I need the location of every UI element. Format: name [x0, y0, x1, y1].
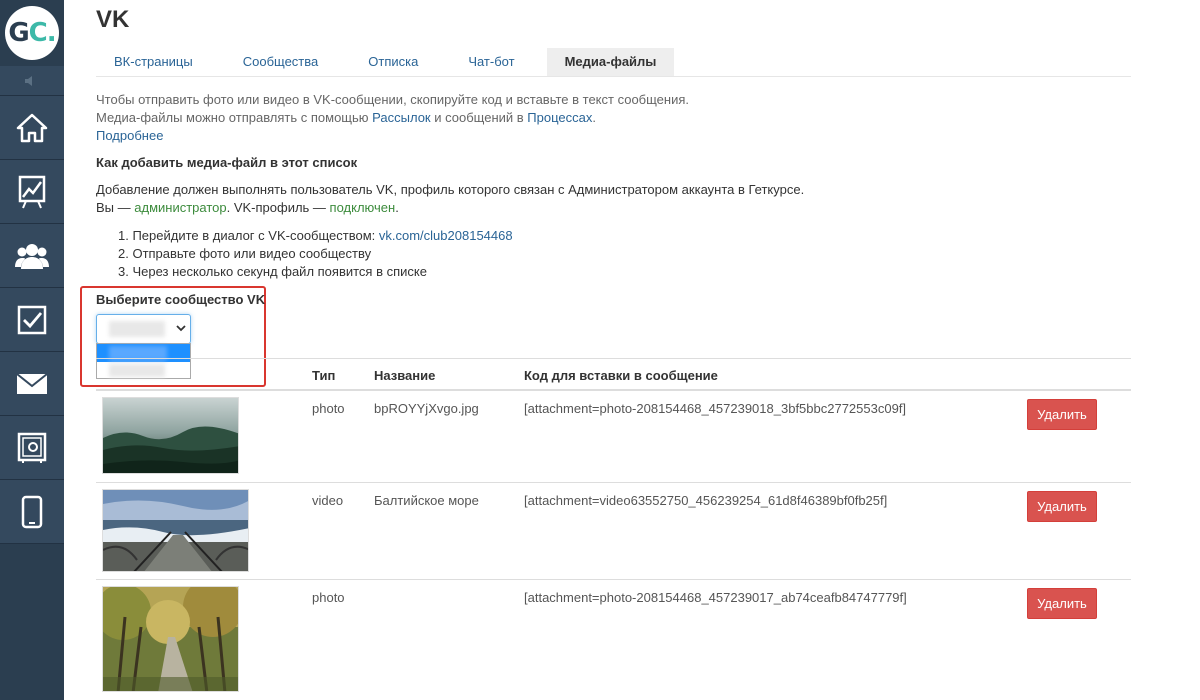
row-code[interactable]: [attachment=photo-208154468_457239018_3b…	[524, 401, 906, 416]
header-name: Название	[374, 368, 436, 383]
mailings-link[interactable]: Рассылок	[372, 110, 430, 125]
header-code: Код для вставки в сообщение	[524, 368, 718, 383]
intro-line-2-suffix: .	[592, 110, 596, 125]
sidebar: GC.	[0, 0, 64, 700]
logo-letter-g: G	[8, 18, 29, 48]
speaker-icon	[25, 75, 32, 86]
intro-line-2: Медиа-файлы можно отправлять с помощью Р…	[96, 109, 689, 127]
step-2: 2. Отправьте фото или видео сообществу	[118, 246, 372, 261]
steps-list: 1. Перейдите в диалог с VK-сообществом: …	[118, 227, 513, 281]
thumbnail-image[interactable]	[102, 489, 249, 572]
logo-letter-c: C	[28, 18, 48, 48]
howto-heading: Как добавить медиа-файл в этот список	[96, 155, 358, 170]
tab-communities[interactable]: Сообщества	[225, 48, 337, 76]
intro-line-1: Чтобы отправить фото или видео в VK-сооб…	[96, 92, 689, 107]
sidebar-item-mail[interactable]	[0, 352, 64, 416]
row-name: Балтийское море	[374, 493, 479, 508]
step-1: 1. Перейдите в диалог с VK-сообществом: …	[118, 227, 513, 245]
forest-fog-image	[103, 398, 238, 473]
sidebar-item-users[interactable]	[0, 224, 64, 288]
processes-link[interactable]: Процессах	[527, 110, 592, 125]
step-1-text: 1. Перейдите в диалог с VK-сообществом:	[118, 228, 379, 243]
delete-button[interactable]: Удалить	[1027, 588, 1097, 619]
tab-bar: ВК-страницы Сообщества Отписка Чат-бот М…	[96, 48, 1131, 77]
thumbnail-image[interactable]	[102, 586, 239, 692]
thumbnail-image[interactable]	[102, 397, 239, 474]
safe-icon	[17, 432, 47, 463]
table-row: photo [attachment=photo-208154468_457239…	[96, 580, 1131, 700]
sidebar-item-mobile[interactable]	[0, 480, 64, 544]
row-type: photo	[312, 401, 345, 416]
home-icon	[16, 113, 48, 142]
row-type: video	[312, 493, 344, 508]
delete-button[interactable]: Удалить	[1027, 399, 1097, 430]
row-name: bpROYYjXvgo.jpg	[374, 401, 479, 416]
intro-line-2-middle: и сообщений в	[430, 110, 528, 125]
blurred-value	[109, 321, 165, 337]
table-row: photo bpROYYjXvgo.jpg [attachment=photo-…	[96, 391, 1131, 483]
intro-line-2-prefix: Медиа-файлы можно отправлять с помощью	[96, 110, 373, 125]
community-select[interactable]	[96, 314, 191, 344]
chevron-down-icon	[176, 325, 186, 332]
community-select-label: Выберите сообщество VK	[96, 292, 266, 307]
mobile-icon	[21, 495, 43, 528]
row-code[interactable]: [attachment=photo-208154468_457239017_ab…	[524, 590, 907, 605]
howto-desc-2: Вы — администратор. VK-профиль — подключ…	[96, 199, 804, 217]
header-type: Тип	[312, 368, 336, 383]
tasks-icon	[17, 305, 47, 334]
desc2-prefix: Вы —	[96, 200, 135, 215]
more-link[interactable]: Подробнее	[96, 127, 689, 145]
row-code[interactable]: [attachment=video63552750_456239254_61d8…	[524, 493, 887, 508]
row-type: photo	[312, 590, 345, 605]
mail-icon	[16, 372, 48, 394]
role-link[interactable]: администратор	[134, 200, 226, 215]
tab-unsubscribe[interactable]: Отписка	[350, 48, 436, 76]
table-row: video Балтийское море [attachment=video6…	[96, 483, 1131, 580]
media-table: Тип Название Код для вставки в сообщение…	[96, 358, 1131, 700]
tab-vk-pages[interactable]: ВК-страницы	[96, 48, 211, 76]
sidebar-item-safe[interactable]	[0, 416, 64, 480]
sidebar-item-tasks[interactable]	[0, 288, 64, 352]
howto-description: Добавление должен выполнять пользователь…	[96, 181, 804, 217]
table-header: Тип Название Код для вставки в сообщение	[96, 358, 1131, 391]
autumn-alley-image	[103, 587, 238, 691]
page-title: VK	[96, 6, 130, 33]
vk-club-link[interactable]: vk.com/club208154468	[379, 228, 513, 243]
sea-stairs-image	[103, 490, 248, 571]
howto-desc-1: Добавление должен выполнять пользователь…	[96, 182, 805, 197]
desc2-middle: . VK-профиль —	[226, 200, 330, 215]
logo-icon: GC.	[5, 6, 59, 60]
logo[interactable]: GC.	[0, 0, 64, 66]
tab-media-files[interactable]: Медиа-файлы	[546, 48, 675, 76]
sound-toggle[interactable]	[0, 66, 64, 96]
delete-button[interactable]: Удалить	[1027, 491, 1097, 522]
desc2-suffix: .	[395, 200, 399, 215]
vk-status: подключен	[329, 200, 396, 215]
intro-text: Чтобы отправить фото или видео в VK-сооб…	[96, 91, 689, 145]
logo-dot: .	[46, 18, 57, 48]
step-3: 3. Через несколько секунд файл появится …	[118, 264, 427, 279]
sidebar-item-home[interactable]	[0, 96, 64, 160]
chart-icon	[18, 175, 46, 208]
users-icon	[15, 243, 49, 269]
tab-chatbot[interactable]: Чат-бот	[450, 48, 532, 76]
sidebar-item-stats[interactable]	[0, 160, 64, 224]
